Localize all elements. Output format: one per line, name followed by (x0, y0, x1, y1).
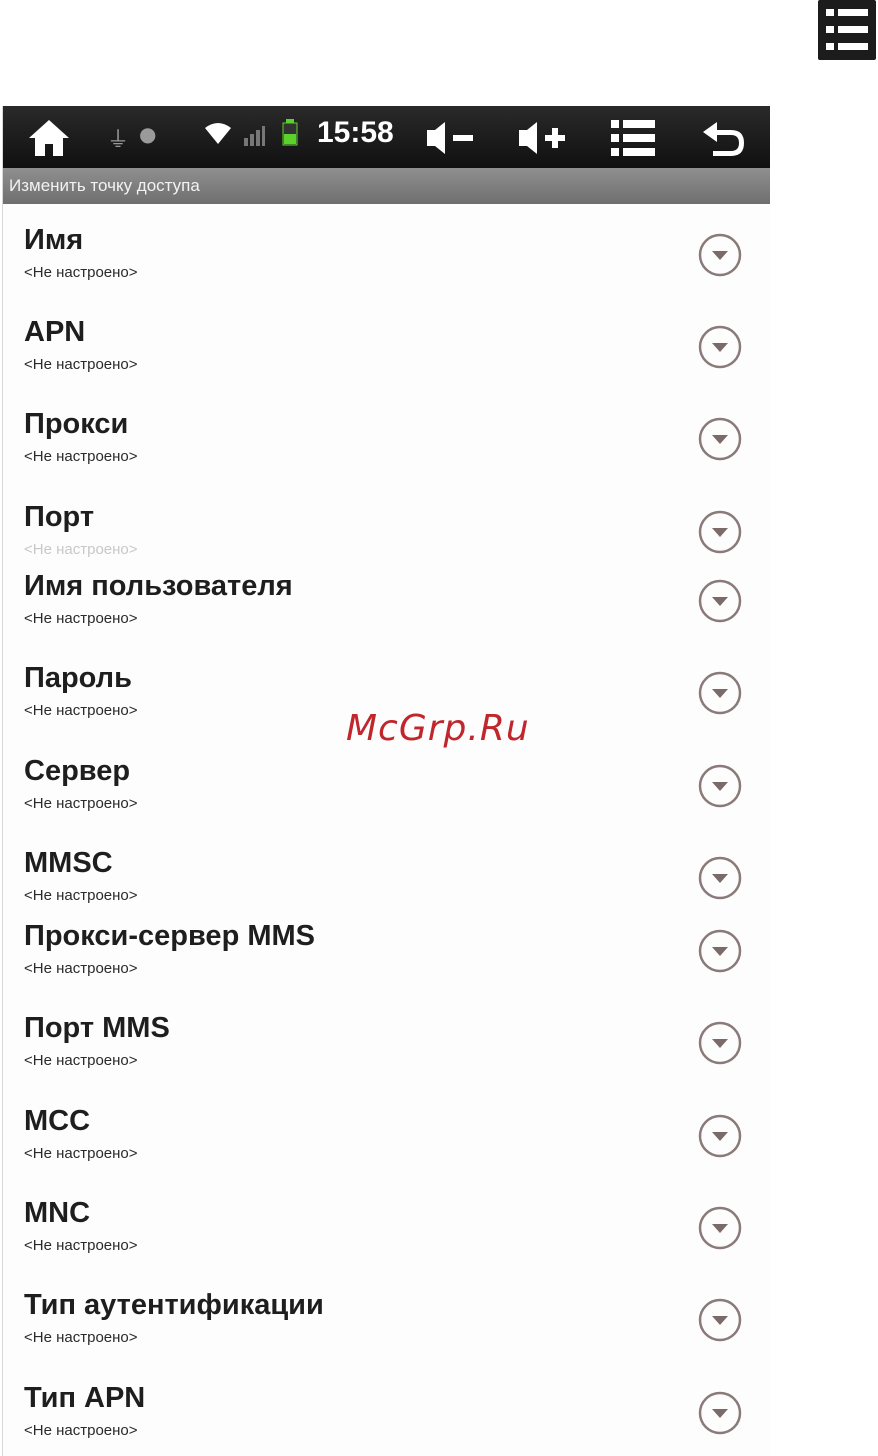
item-value: <Не настроено> (24, 610, 138, 627)
item-label: MMSC (24, 847, 113, 879)
android-icon: ● (139, 122, 157, 146)
battery-icon (282, 119, 298, 146)
item-value: <Не настроено> (24, 448, 138, 465)
page: ⏚ ● 15:58 Изменить точку доступа Имя <Не… (0, 0, 878, 1456)
volume-up-icon[interactable] (515, 118, 571, 158)
item-value: <Не настроено> (24, 1052, 138, 1069)
item-label: MNC (24, 1197, 91, 1229)
item-label: Прокси-сервер MMS (24, 920, 315, 952)
chevron-down-icon[interactable] (697, 416, 743, 462)
chevron-down-icon[interactable] (697, 855, 743, 901)
chevron-down-icon[interactable] (697, 1390, 743, 1436)
item-label: Тип APN (24, 1382, 146, 1414)
chevron-down-icon[interactable] (697, 1113, 743, 1159)
menu-icon[interactable] (609, 116, 657, 160)
watermark: McGrp.Ru (346, 708, 530, 749)
item-value: <Не настроено> (24, 1237, 138, 1254)
item-value: <Не настроено> (24, 264, 138, 281)
item-value: <Не настроено> (24, 887, 138, 904)
item-value: <Не настроено> (24, 356, 138, 373)
item-label: Прокси (24, 408, 129, 440)
item-label: Имя (24, 224, 84, 256)
item-value: <Не настроено> (24, 541, 138, 558)
back-icon[interactable] (699, 116, 747, 160)
volume-down-icon[interactable] (423, 118, 479, 158)
status-bar: ⏚ ● 15:58 (3, 106, 770, 168)
item-label: Сервер (24, 755, 131, 787)
chevron-down-icon[interactable] (697, 1297, 743, 1343)
list-menu-icon (818, 0, 876, 60)
usb-icon: ⏚ (107, 128, 130, 153)
chevron-down-icon[interactable] (697, 670, 743, 716)
chevron-down-icon[interactable] (697, 232, 743, 278)
item-value: <Не настроено> (24, 795, 138, 812)
item-value: <Не настроено> (24, 1422, 138, 1439)
item-label: Имя пользователя (24, 570, 293, 602)
item-value: <Не настроено> (24, 960, 138, 977)
signal-icon (244, 126, 265, 146)
chevron-down-icon[interactable] (697, 763, 743, 809)
item-label: MCC (24, 1105, 91, 1137)
clock: 15:58 (317, 116, 394, 149)
device-screen: ⏚ ● 15:58 Изменить точку доступа Имя <Не… (2, 106, 770, 1456)
chevron-down-icon[interactable] (697, 578, 743, 624)
chevron-down-icon[interactable] (697, 509, 743, 555)
item-value: <Не настроено> (24, 702, 138, 719)
chevron-down-icon[interactable] (697, 324, 743, 370)
wifi-icon (205, 123, 231, 144)
item-label: Порт (24, 501, 95, 533)
item-label: APN (24, 316, 86, 348)
screen-title: Изменить точку доступа (3, 168, 770, 204)
chevron-down-icon[interactable] (697, 1020, 743, 1066)
item-value: <Не настроено> (24, 1329, 138, 1346)
home-icon[interactable] (25, 116, 73, 160)
item-label: Порт MMS (24, 1012, 170, 1044)
chevron-down-icon[interactable] (697, 928, 743, 974)
chevron-down-icon[interactable] (697, 1205, 743, 1251)
item-value: <Не настроено> (24, 1145, 138, 1162)
item-label: Пароль (24, 662, 132, 694)
item-label: Тип аутентификации (24, 1289, 324, 1321)
